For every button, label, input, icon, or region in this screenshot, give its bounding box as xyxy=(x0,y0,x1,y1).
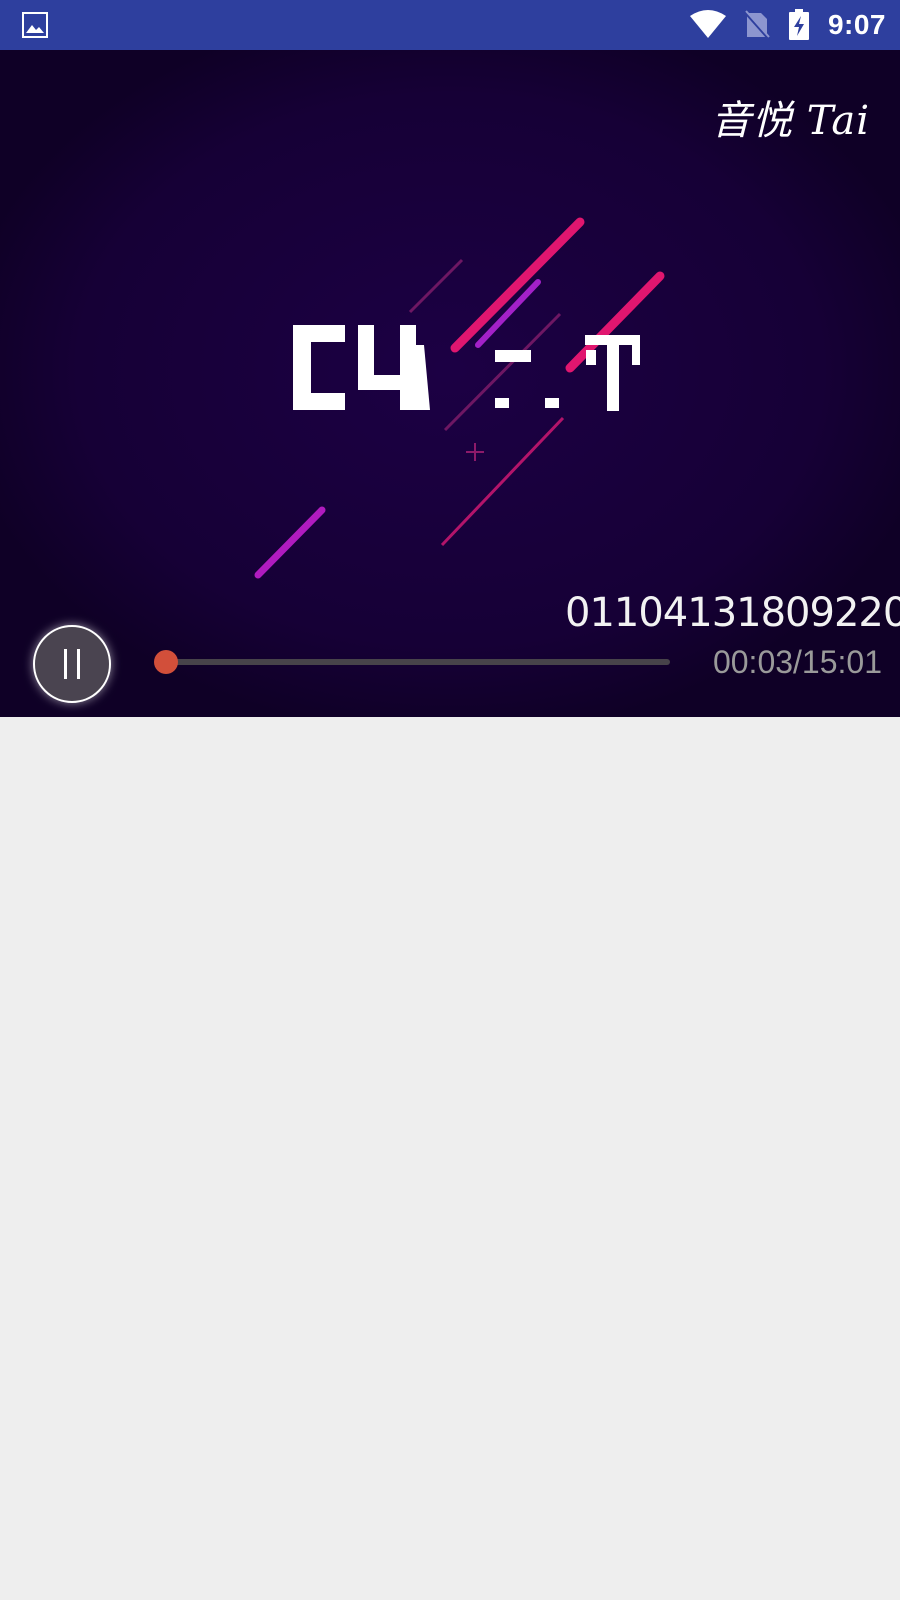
no-sim-icon xyxy=(743,10,770,40)
playback-time: 00:03/15:01 xyxy=(712,644,882,680)
battery-charging-icon xyxy=(788,9,809,40)
gallery-icon xyxy=(22,12,48,38)
video-player[interactable]: 音悦 Tai 0110413180922002 00:03/15:01 xyxy=(0,50,900,717)
seek-bar-track[interactable] xyxy=(165,659,670,665)
video-code-text: 0110413180922002 xyxy=(565,590,900,636)
status-bar: 9:07 xyxy=(0,0,900,50)
pause-button[interactable] xyxy=(33,625,111,703)
status-time: 9:07 xyxy=(827,9,886,40)
seek-bar-thumb[interactable] xyxy=(154,650,178,674)
video-watermark: 音悦 Tai xyxy=(711,98,870,144)
pause-icon xyxy=(59,649,85,679)
wifi-icon xyxy=(689,10,726,38)
